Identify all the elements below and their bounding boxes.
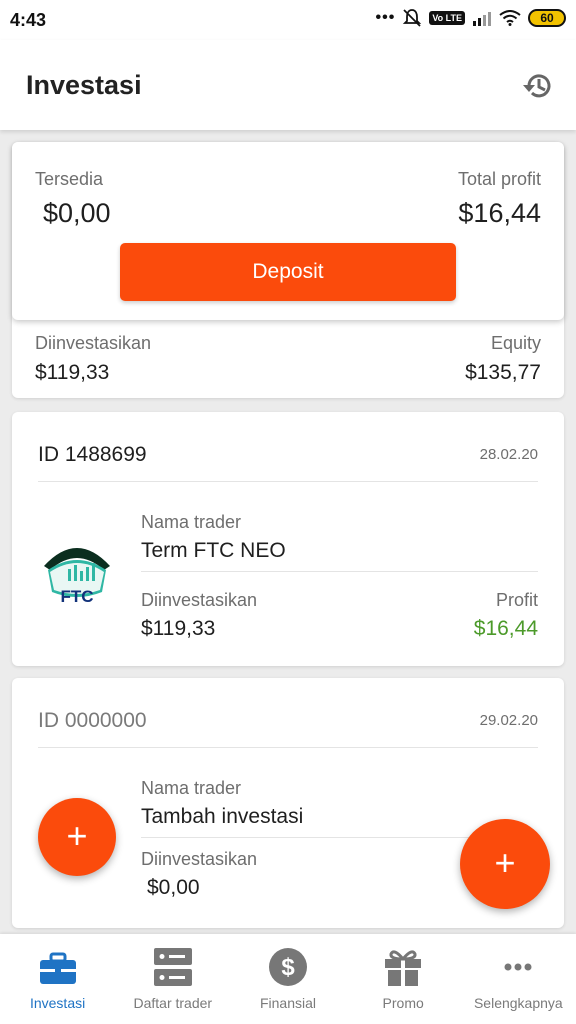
profit-label: Profit (495, 590, 538, 610)
invested-value: $119,33 (141, 617, 216, 640)
equity-label: Equity (490, 333, 541, 353)
nav-label: Investasi (29, 995, 86, 1011)
nav-label: Selengkapnya (473, 995, 563, 1011)
nav-label: Finansial (259, 995, 316, 1011)
add-button[interactable]: + (460, 819, 550, 909)
available-label: Tersedia (35, 169, 104, 189)
investment-date: 29.02.20 (479, 712, 538, 729)
nav-label: Daftar trader (133, 995, 213, 1011)
battery-icon: 60 (528, 9, 566, 27)
dollar-icon: $ (268, 948, 307, 986)
svg-text:$: $ (281, 954, 295, 981)
nav-item-selengkapnya[interactable]: Selengkapnya (461, 934, 576, 1024)
profit-value: $16,44 (473, 617, 538, 640)
ftc-logo-icon: FTC (38, 536, 116, 614)
app-bar: Investasi (0, 40, 576, 130)
nav-item-daftar-trader[interactable]: Daftar trader (115, 934, 230, 1024)
total-profit-label: Total profit (457, 169, 541, 189)
divider (38, 481, 538, 482)
invested-label: Diinvestasikan (35, 333, 152, 353)
trader-name: Tambah investasi (141, 805, 304, 828)
trader-name-label: Nama trader (141, 512, 242, 532)
wifi-icon (499, 10, 521, 26)
invested-value: $119,33 (35, 361, 110, 384)
trader-avatar: FTC (38, 536, 116, 614)
more-icon (504, 963, 532, 971)
balance-summary-top: Tersedia $0,00 Total profit $16,44 Depos… (12, 142, 564, 320)
muted-bell-icon (403, 9, 422, 27)
divider (141, 571, 538, 572)
investment-id: ID 1488699 (38, 443, 147, 466)
equity-value: $135,77 (465, 361, 541, 384)
server-list-icon (153, 948, 192, 986)
status-time: 4:43 (10, 10, 47, 30)
total-profit-value: $16,44 (458, 198, 541, 228)
gift-icon (385, 950, 422, 986)
investment-card[interactable]: ID 1488699 28.02.20 FTC Nama trader Term… (12, 412, 564, 666)
balance-summary-card: Tersedia $0,00 Total profit $16,44 Depos… (12, 142, 564, 398)
notification-dots-icon: ••• (375, 9, 396, 26)
nav-item-promo[interactable]: Promo (346, 934, 461, 1024)
nav-item-finansial[interactable]: $ Finansial (230, 934, 345, 1024)
divider (38, 747, 538, 748)
invested-label: Diinvestasikan (141, 590, 258, 610)
signal-icon (473, 12, 491, 26)
status-icons: ••• Vo LTE 60 (376, 8, 566, 28)
briefcase-icon (39, 952, 76, 984)
nav-item-investasi[interactable]: Investasi (0, 934, 115, 1024)
trader-name-label: Nama trader (141, 778, 242, 798)
bottom-navigation: Investasi Daftar trader $ Finansial Prom… (0, 934, 576, 1024)
investment-date: 28.02.20 (479, 446, 538, 463)
add-investment-button[interactable]: + (38, 798, 116, 876)
status-bar: 4:43 ••• Vo LTE 60 (0, 0, 576, 40)
deposit-button[interactable]: Deposit (120, 243, 456, 301)
nav-label: Promo (382, 995, 424, 1011)
invested-value: $0,00 (147, 876, 200, 899)
invested-label: Diinvestasikan (141, 849, 258, 869)
logo-text: FTC (60, 587, 93, 606)
trader-name: Term FTC NEO (141, 539, 286, 562)
available-value: $0,00 (43, 198, 111, 228)
investment-id: ID 0000000 (38, 709, 147, 732)
history-icon[interactable] (520, 68, 556, 104)
page-title: Investasi (26, 70, 142, 100)
volte-icon: Vo LTE (429, 11, 465, 25)
